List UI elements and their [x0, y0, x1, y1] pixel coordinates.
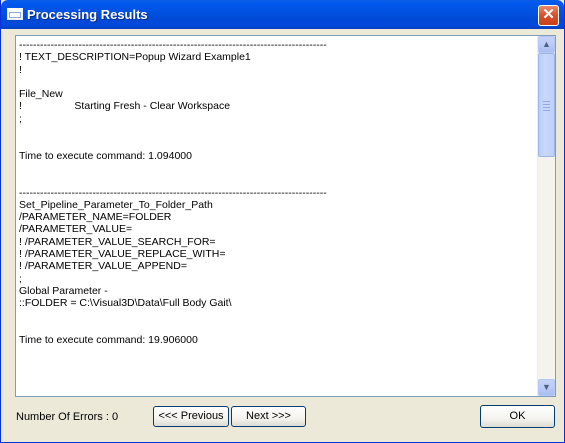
- close-icon: ✕: [542, 6, 555, 23]
- title-bar[interactable]: Processing Results ✕: [1, 0, 564, 29]
- errors-count: 0: [112, 411, 119, 423]
- scroll-up-arrow-icon: ▲: [542, 39, 551, 49]
- window-title: Processing Results: [27, 7, 148, 22]
- next-button[interactable]: Next >>>: [231, 406, 306, 427]
- scrollbar-thumb[interactable]: [538, 53, 555, 157]
- grip-line: [543, 104, 550, 105]
- close-button[interactable]: ✕: [538, 5, 559, 26]
- previous-button[interactable]: <<< Previous: [153, 406, 229, 427]
- scroll-up-button[interactable]: ▲: [538, 36, 555, 53]
- grip-line: [543, 107, 550, 108]
- results-log-text: ----------------------------------------…: [19, 39, 327, 347]
- grip-line: [543, 110, 550, 111]
- processing-results-dialog: Processing Results ✕ -------------------…: [0, 0, 565, 443]
- vertical-scrollbar[interactable]: ▲ ▼: [537, 36, 555, 396]
- window-icon: [7, 8, 23, 20]
- scroll-down-button[interactable]: ▼: [538, 379, 555, 396]
- ok-button[interactable]: OK: [480, 405, 555, 428]
- errors-label: Number Of Errors :: [16, 411, 109, 423]
- grip-line: [543, 101, 550, 102]
- scroll-down-arrow-icon: ▼: [542, 382, 551, 392]
- results-text-area[interactable]: ----------------------------------------…: [15, 35, 556, 397]
